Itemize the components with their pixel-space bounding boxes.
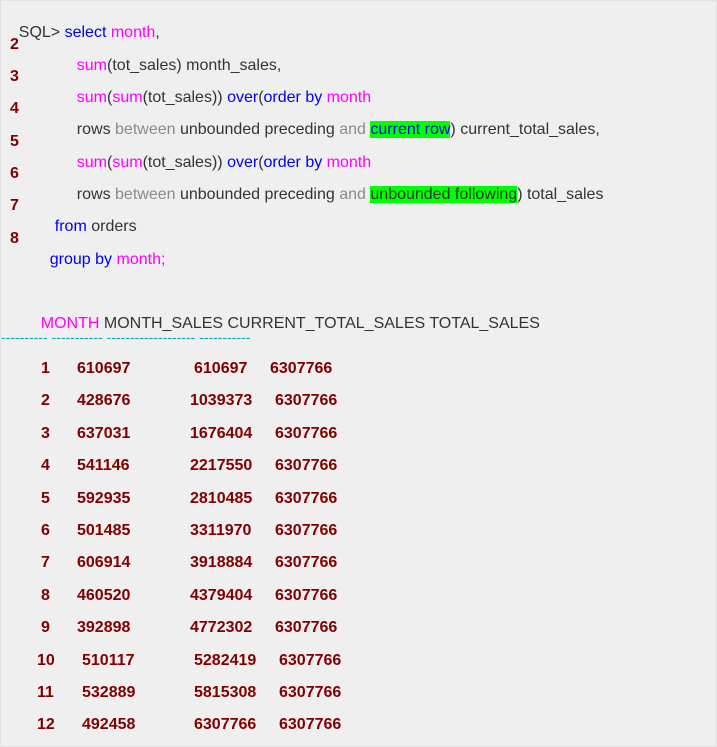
line-number-2: 2 xyxy=(10,36,19,53)
month-cell: 3 xyxy=(41,425,50,442)
month-cell: 2 xyxy=(41,392,50,409)
current-total-cell: 5282419 xyxy=(194,652,257,669)
current-total-cell: 1039373 xyxy=(190,392,253,409)
month-cell: 6 xyxy=(41,522,50,539)
sql-prompt: SQL> xyxy=(18,24,61,41)
current-total-cell: 1676404 xyxy=(190,425,253,442)
highlight-unbounded-following: unbounded following xyxy=(370,186,518,203)
total-sales-cell: 6307766 xyxy=(275,619,338,636)
current-total-cell: 2810485 xyxy=(190,490,253,507)
result-separator: ---------- ----------- -----------------… xyxy=(1,329,251,345)
current-total-cell: 3918884 xyxy=(190,554,253,571)
month-sales-cell: 592935 xyxy=(77,490,131,507)
sql-output-panel: SQL> select month, 2 sum(tot_sales) mont… xyxy=(0,0,717,747)
total-sales-cell: 6307766 xyxy=(275,425,338,442)
total-sales-cell: 6307766 xyxy=(279,684,342,701)
total-sales-cell: 6307766 xyxy=(275,490,338,507)
month-cell: 8 xyxy=(41,587,50,604)
month-sales-cell: 428676 xyxy=(77,392,131,409)
total-sales-cell: 6307766 xyxy=(275,522,338,539)
month-cell: 1 xyxy=(41,360,50,377)
month-sales-cell: 610697 xyxy=(77,360,131,377)
month-cell: 11 xyxy=(37,684,54,701)
month-sales-cell: 510117 xyxy=(82,652,135,669)
total-sales-cell: 6307766 xyxy=(270,360,333,377)
current-total-cell: 6307766 xyxy=(194,716,257,733)
month-sales-cell: 532889 xyxy=(82,684,136,701)
month-cell: 5 xyxy=(41,490,50,507)
month-sales-cell: 392898 xyxy=(77,619,131,636)
line-number-4: 4 xyxy=(10,100,19,117)
sql-line-8: group by month; xyxy=(49,251,166,268)
total-sales-cell: 6307766 xyxy=(279,652,342,669)
month-cell: 4 xyxy=(41,457,50,474)
month-sales-cell: 541146 xyxy=(77,457,130,474)
sql-line-6: rows between unbounded preceding and unb… xyxy=(76,186,604,203)
line-number-7: 7 xyxy=(10,197,19,214)
month-sales-cell: 460520 xyxy=(77,587,131,604)
current-total-cell: 3311970 xyxy=(190,522,252,539)
month-sales-cell: 492458 xyxy=(82,716,136,733)
current-total-cell: 4772302 xyxy=(190,619,253,636)
current-total-cell: 610697 xyxy=(194,360,248,377)
total-sales-cell: 6307766 xyxy=(275,457,338,474)
month-sales-cell: 501485 xyxy=(77,522,131,539)
line-number-3: 3 xyxy=(10,68,19,85)
month-cell: 9 xyxy=(41,619,50,636)
month-sales-cell: 637031 xyxy=(77,425,131,442)
total-sales-cell: 6307766 xyxy=(275,554,338,571)
current-total-cell: 4379404 xyxy=(190,587,253,604)
total-sales-cell: 6307766 xyxy=(279,716,342,733)
line-number-6: 6 xyxy=(10,165,19,182)
result-header: MONTH MONTH_SALES CURRENT_TOTAL_SALES TO… xyxy=(23,294,540,354)
line-number-8: 8 xyxy=(10,230,19,247)
total-sales-cell: 6307766 xyxy=(275,587,338,604)
month-sales-cell: 606914 xyxy=(77,554,131,571)
month-cell: 12 xyxy=(37,716,55,733)
month-cell: 7 xyxy=(41,554,50,571)
line-number-5: 5 xyxy=(10,133,19,150)
total-sales-cell: 6307766 xyxy=(275,392,338,409)
highlight-current-row: current row xyxy=(370,121,451,138)
current-total-cell: 2217550 xyxy=(190,457,253,474)
month-cell: 10 xyxy=(37,652,55,669)
current-total-cell: 5815308 xyxy=(194,684,257,701)
